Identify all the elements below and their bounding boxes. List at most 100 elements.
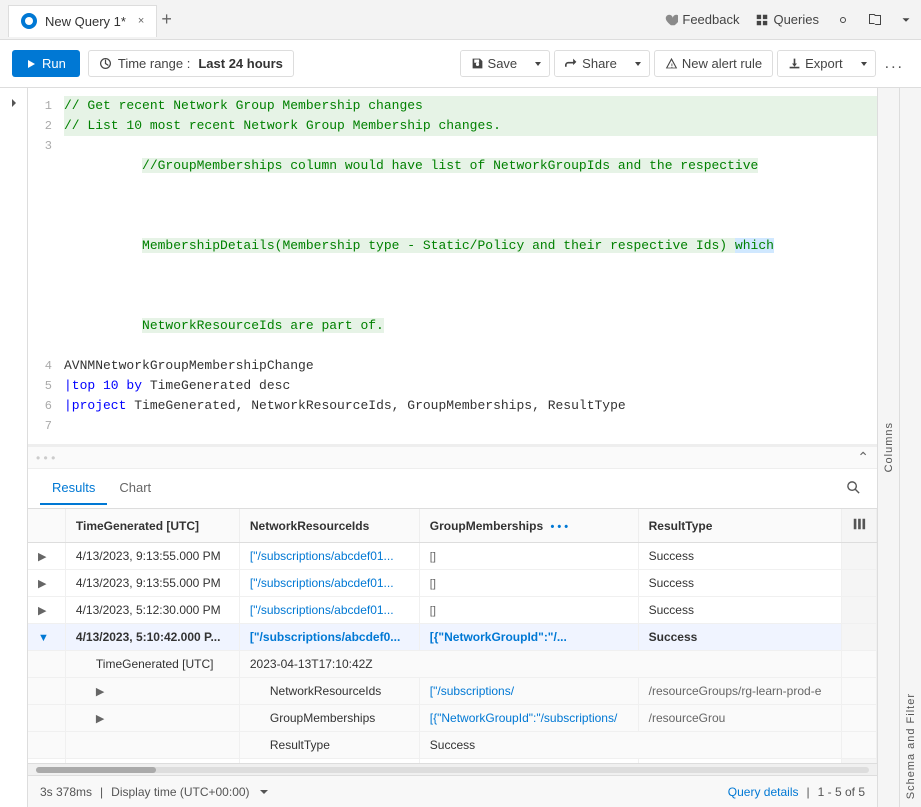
row1-expand[interactable]: ▶ bbox=[28, 543, 65, 570]
code-line-6: 6 |project TimeGenerated, NetworkResourc… bbox=[28, 396, 877, 416]
search-icon bbox=[846, 480, 861, 495]
col-expand-header bbox=[28, 509, 65, 543]
schema-label: Schema and Filter bbox=[905, 693, 917, 799]
row3-network: ["/subscriptions/abcdef01... bbox=[239, 597, 419, 624]
resize-handle[interactable]: • • • ⌃ bbox=[28, 447, 877, 469]
collapse-up-icon[interactable]: ⌃ bbox=[857, 449, 869, 466]
detail-indent bbox=[28, 651, 65, 678]
page-info: 1 - 5 of 5 bbox=[818, 785, 865, 799]
col-network-header[interactable]: NetworkResourceIds bbox=[239, 509, 419, 543]
side-collapse-btn[interactable] bbox=[0, 88, 28, 807]
row4-time: 4/13/2023, 5:10:42.000 P... bbox=[65, 624, 239, 651]
save-arrow-btn[interactable] bbox=[527, 54, 549, 74]
export-split-btn[interactable]: Export bbox=[777, 50, 876, 77]
results-tabs: Results Chart bbox=[28, 469, 877, 509]
share-label: Share bbox=[582, 56, 617, 71]
col-result-header[interactable]: ResultType bbox=[638, 509, 841, 543]
row4-network: ["/subscriptions/abcdef0... bbox=[239, 624, 419, 651]
row2-expand[interactable]: ▶ bbox=[28, 570, 65, 597]
schema-sidebar[interactable]: Schema and Filter bbox=[899, 88, 921, 807]
save-split-btn[interactable]: Save bbox=[460, 50, 551, 77]
col-group-label: GroupMemberships bbox=[430, 519, 543, 533]
row2-time: 4/13/2023, 9:13:55.000 PM bbox=[65, 570, 239, 597]
columns-icon[interactable] bbox=[852, 517, 866, 531]
row4-group: [{"NetworkGroupId":"/... bbox=[419, 624, 638, 651]
table-row: ▶ 4/13/2023, 9:13:55.000 PM ["/subscript… bbox=[28, 543, 877, 570]
columns-panel[interactable]: Columns bbox=[877, 88, 899, 807]
row4-actions bbox=[842, 624, 877, 651]
line-num-1: 1 bbox=[28, 96, 64, 116]
display-time-chevron-icon[interactable] bbox=[258, 786, 270, 798]
code-editor[interactable]: 1 // Get recent Network Group Membership… bbox=[28, 88, 877, 447]
col-group-filter-icon[interactable]: • • • bbox=[550, 521, 568, 533]
detail-label-time: TimeGenerated [UTC] bbox=[65, 651, 239, 678]
line-num-5: 5 bbox=[28, 376, 64, 396]
tab-results[interactable]: Results bbox=[40, 472, 107, 505]
detail-expand-group[interactable]: ▶ bbox=[65, 705, 239, 732]
col-group-header[interactable]: GroupMemberships • • • bbox=[419, 509, 638, 543]
detail-label-result: ResultType bbox=[239, 732, 419, 759]
line-num-2: 2 bbox=[28, 116, 64, 136]
query-icon bbox=[21, 13, 37, 29]
search-results-btn[interactable] bbox=[842, 476, 865, 502]
feedback-label: Feedback bbox=[682, 12, 739, 27]
table-row-expanded: ▼ 4/13/2023, 5:10:42.000 P... ["/subscri… bbox=[28, 624, 877, 651]
more-btn[interactable]: ... bbox=[880, 50, 909, 78]
detail-actions-group bbox=[842, 705, 877, 732]
col-time-header[interactable]: TimeGenerated [UTC] bbox=[65, 509, 239, 543]
line-num-6: 6 bbox=[28, 396, 64, 416]
expand-btn[interactable] bbox=[899, 13, 913, 27]
export-icon bbox=[788, 57, 801, 70]
book-btn[interactable] bbox=[867, 12, 883, 28]
export-main-btn[interactable]: Export bbox=[778, 51, 853, 76]
detail-value-time: 2023-04-13T17:10:42Z bbox=[239, 651, 841, 678]
editor-results: 1 // Get recent Network Group Membership… bbox=[28, 88, 877, 807]
save-main-btn[interactable]: Save bbox=[461, 51, 528, 76]
results-table-wrapper: TimeGenerated [UTC] NetworkResourceIds G… bbox=[28, 509, 877, 763]
tab-close-btn[interactable]: × bbox=[138, 15, 144, 27]
tab-actions: Feedback Queries bbox=[664, 12, 913, 28]
share-arrow-btn[interactable] bbox=[627, 54, 649, 74]
time-range-btn[interactable]: Time range : Last 24 hours bbox=[88, 50, 294, 77]
share-main-btn[interactable]: Share bbox=[555, 51, 627, 76]
row1-network: ["/subscriptions/abcdef01... bbox=[239, 543, 419, 570]
line-content-4: AVNMNetworkGroupMembershipChange bbox=[64, 356, 877, 376]
toolbar-right: Save Share New alert rule Export bbox=[460, 50, 909, 78]
row4-expand[interactable]: ▼ bbox=[28, 624, 65, 651]
col-actions-header bbox=[842, 509, 877, 543]
feedback-btn[interactable]: Feedback bbox=[664, 12, 739, 27]
row2-actions bbox=[842, 570, 877, 597]
query-details-link[interactable]: Query details bbox=[728, 785, 799, 799]
detail-expand-network[interactable]: ▶ bbox=[65, 678, 239, 705]
detail-actions-result bbox=[842, 732, 877, 759]
queries-btn[interactable]: Queries bbox=[755, 12, 819, 27]
line-content-5: |top 10 by TimeGenerated desc bbox=[64, 376, 877, 396]
tab-chart[interactable]: Chart bbox=[107, 472, 163, 505]
row3-expand[interactable]: ▶ bbox=[28, 597, 65, 624]
detail-indent-result bbox=[28, 732, 65, 759]
settings-icon bbox=[835, 12, 851, 28]
new-tab-btn[interactable]: + bbox=[161, 9, 172, 30]
new-alert-btn[interactable]: New alert rule bbox=[654, 50, 773, 77]
detail-value-network: ["/subscriptions/ bbox=[419, 678, 638, 705]
heart-icon bbox=[664, 13, 678, 27]
share-split-btn[interactable]: Share bbox=[554, 50, 650, 77]
detail-extra-network: /resourceGroups/rg-learn-prod-e bbox=[638, 678, 841, 705]
run-button[interactable]: Run bbox=[12, 50, 80, 77]
timing-label: 3s 378ms bbox=[40, 785, 92, 799]
line-content-2: // List 10 most recent Network Group Mem… bbox=[64, 116, 877, 136]
detail-value-result: Success bbox=[419, 732, 841, 759]
row3-time: 4/13/2023, 5:12:30.000 PM bbox=[65, 597, 239, 624]
queries-icon bbox=[755, 13, 769, 27]
export-chevron-icon bbox=[859, 59, 869, 69]
export-arrow-btn[interactable] bbox=[853, 54, 875, 74]
line-num-4: 4 bbox=[28, 356, 64, 376]
columns-label: Columns bbox=[883, 422, 895, 472]
detail-row-result: ResultType Success bbox=[28, 732, 877, 759]
query-tab[interactable]: New Query 1* × bbox=[8, 5, 157, 37]
scrollbar-thumb[interactable] bbox=[36, 767, 156, 773]
detail-actions-network bbox=[842, 678, 877, 705]
horizontal-scrollbar[interactable] bbox=[28, 763, 877, 775]
row2-group: [] bbox=[419, 570, 638, 597]
settings-btn[interactable] bbox=[835, 12, 851, 28]
